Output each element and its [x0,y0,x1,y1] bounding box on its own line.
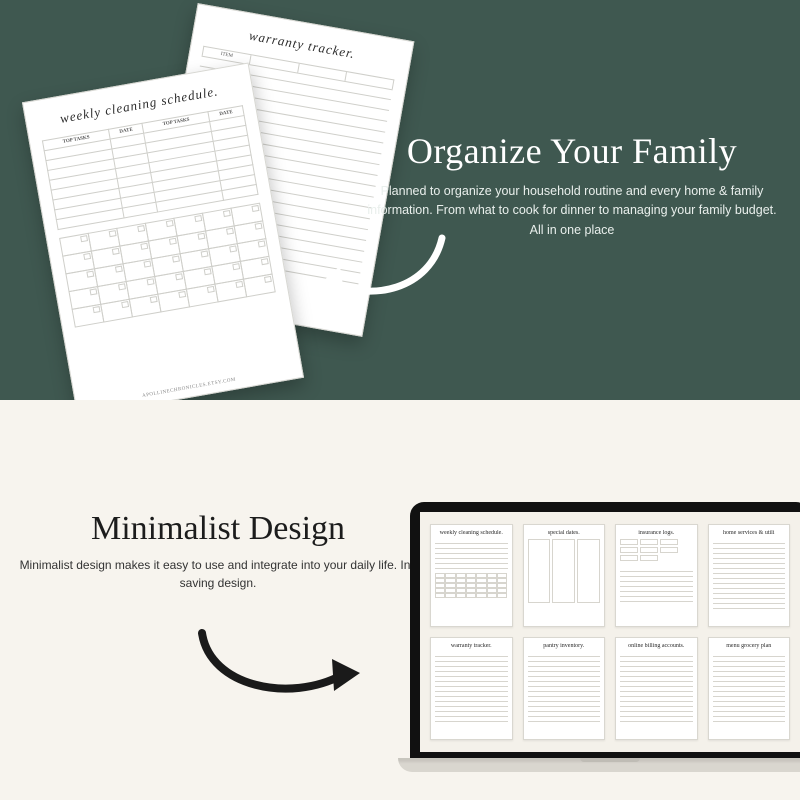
top-copy: Organize Your Family Planned to organize… [362,130,782,240]
thumb-online-billing: online billing accounts. [615,637,698,740]
laptop-base [398,758,800,772]
arrow-right-icon [190,615,370,715]
thumb-warranty-tracker: warranty tracker. [430,637,513,740]
paper-mockups: warranty tracker. ITEM weekly cleaning s… [20,0,380,430]
bottom-copy: Minimalist Design Minimalist design make… [18,510,418,592]
thumb-insurance-logs: insurance logs. [615,524,698,627]
thumb-pantry-inventory: pantry inventory. [523,637,606,740]
bottom-body: Minimalist design makes it easy to use a… [18,556,418,592]
section-organize: warranty tracker. ITEM weekly cleaning s… [0,0,800,400]
laptop-mockup: weekly cleaning schedule. special dates. [410,502,800,772]
bottom-heading: Minimalist Design [18,510,418,548]
top-heading: Organize Your Family [362,130,782,172]
laptop-bezel: weekly cleaning schedule. special dates. [410,502,800,758]
page: warranty tracker. ITEM weekly cleaning s… [0,0,800,800]
thumb-home-services: home services & utili [708,524,791,627]
thumb-special-dates: special dates. [523,524,606,627]
section-minimalist: Minimalist Design Minimalist design make… [0,400,800,800]
thumb-menu-grocery: menu grocery plan [708,637,791,740]
top-body: Planned to organize your household routi… [362,182,782,240]
arrow-left-icon [310,230,450,320]
laptop-screen: weekly cleaning schedule. special dates. [420,512,800,752]
thumb-weekly-cleaning: weekly cleaning schedule. [430,524,513,627]
